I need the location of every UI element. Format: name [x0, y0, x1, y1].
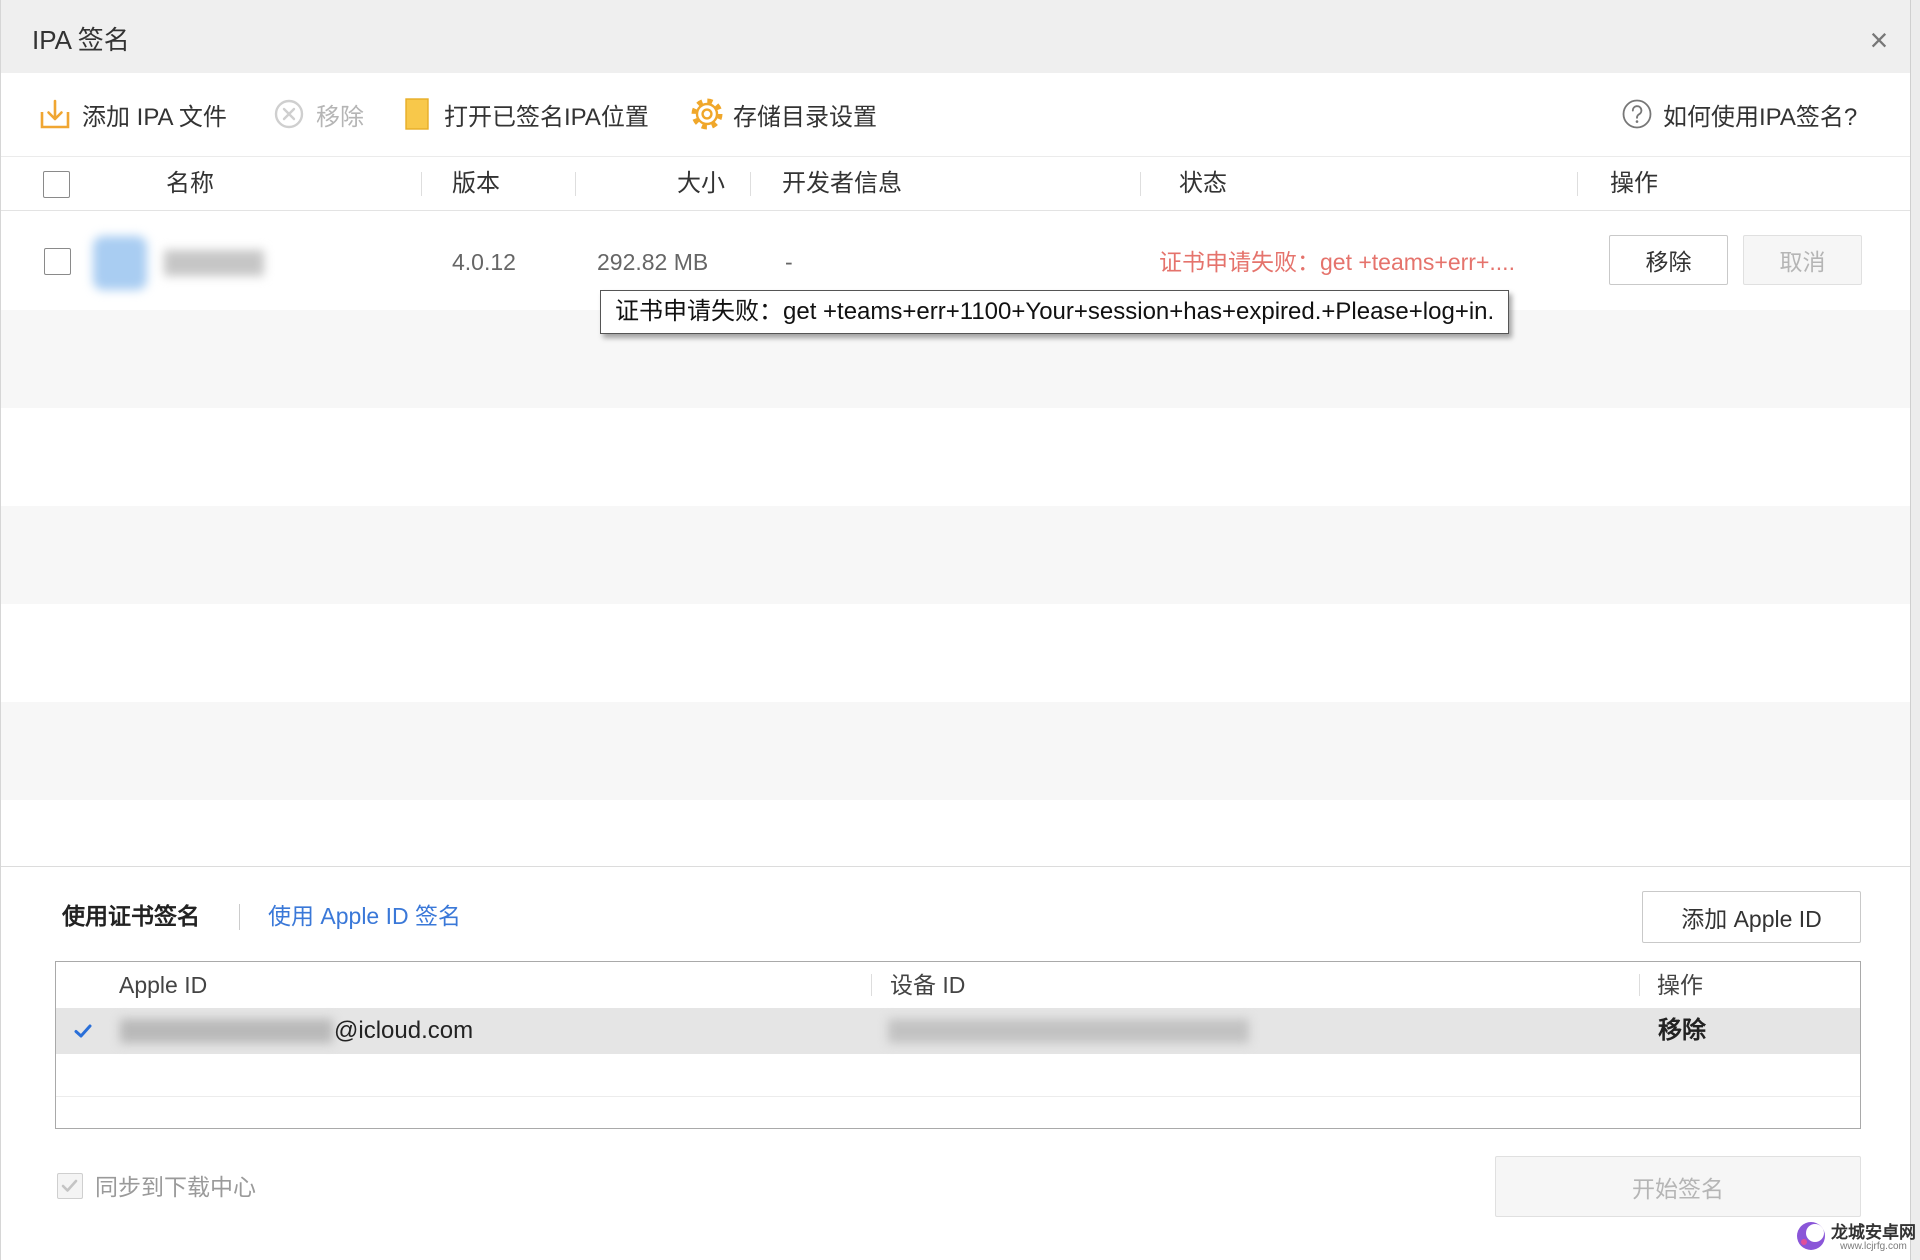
section-divider: [1, 866, 1910, 867]
row-divider: [56, 1096, 1860, 1097]
column-divider: [1140, 172, 1141, 196]
gear-icon: [690, 97, 724, 131]
column-header-name: 名称: [166, 170, 214, 197]
apple-id-remove-link[interactable]: 移除: [1658, 1016, 1706, 1046]
remove-label: 移除: [316, 103, 364, 131]
ipa-size: 292.82 MB: [597, 249, 709, 275]
app-icon: [93, 236, 147, 290]
question-circle-icon: [1620, 97, 1654, 131]
tab-divider: [239, 904, 240, 930]
open-signed-location-label: 打开已签名IPA位置: [444, 103, 649, 131]
sync-download-center-label: 同步到下载中心: [95, 1174, 256, 1200]
toolbar: 添加 IPA 文件 移除 打开已签名IPA位置 存储目录设置 如何使用IPA签名…: [1, 73, 1910, 157]
add-file-icon: [38, 97, 72, 131]
row-checkbox[interactable]: [44, 248, 71, 275]
column-divider: [421, 172, 422, 196]
row-cancel-button[interactable]: 取消: [1743, 235, 1862, 285]
column-header-status: 状态: [1179, 170, 1227, 197]
apple-id-email-redacted: [120, 1019, 333, 1043]
empty-row-stripe: [1, 702, 1910, 800]
add-ipa-file-label: 添加 IPA 文件: [82, 103, 227, 131]
storage-settings-label: 存储目录设置: [733, 103, 877, 131]
row-remove-button[interactable]: 移除: [1609, 235, 1728, 285]
add-apple-id-button[interactable]: 添加 Apple ID: [1642, 891, 1861, 943]
ipa-status-error: 证书申请失败：get +teams+err+....: [1159, 249, 1515, 275]
dialog-title: IPA 签名: [32, 25, 130, 55]
folder-icon: [400, 97, 434, 131]
app-name-redacted: [164, 250, 264, 276]
close-icon: ×: [1869, 22, 1889, 58]
remove-button[interactable]: 移除: [272, 97, 364, 131]
column-header-device-id: 设备 ID: [890, 972, 966, 998]
check-icon: [61, 1179, 78, 1192]
watermark-name: 龙城安卓网: [1831, 1223, 1916, 1243]
add-ipa-file-button[interactable]: 添加 IPA 文件: [38, 97, 227, 131]
help-label: 如何使用IPA签名?: [1663, 103, 1858, 131]
open-signed-location-button[interactable]: 打开已签名IPA位置: [400, 97, 649, 131]
close-button[interactable]: ×: [1863, 20, 1895, 60]
status-tooltip: 证书申请失败：get +teams+err+1100+Your+session+…: [600, 290, 1510, 334]
column-header-developer: 开发者信息: [782, 170, 902, 197]
tab-apple-id-sign[interactable]: 使用 Apple ID 签名: [268, 900, 461, 932]
apple-id-table: Apple ID 设备 ID 操作 @icloud.com 移除: [55, 961, 1861, 1129]
empty-row-stripe: [1, 506, 1910, 604]
column-divider: [1577, 172, 1578, 196]
ipa-table-header: 名称 版本 大小 开发者信息 状态 操作: [1, 157, 1910, 211]
device-id-redacted: [888, 1019, 1249, 1043]
background-window-edge: [1910, 0, 1920, 1260]
column-header-size: 大小: [677, 170, 725, 197]
watermark: 龙城安卓网 www.lcjrfg.com: [1795, 1220, 1916, 1257]
column-header-actions: 操作: [1657, 972, 1703, 998]
column-divider: [750, 172, 751, 196]
column-header-apple-id: Apple ID: [119, 972, 208, 998]
apple-id-row[interactable]: @icloud.com 移除: [56, 1008, 1860, 1054]
select-all-checkbox[interactable]: [43, 171, 70, 198]
watermark-text: 龙城安卓网 www.lcjrfg.com: [1831, 1224, 1916, 1252]
sync-download-center-checkbox[interactable]: [57, 1173, 83, 1199]
watermark-url: www.lcjrfg.com: [1840, 1241, 1907, 1253]
column-header-actions: 操作: [1610, 170, 1658, 197]
watermark-logo-icon: [1795, 1220, 1827, 1257]
column-divider: [1639, 974, 1640, 996]
help-link[interactable]: 如何使用IPA签名?: [1620, 97, 1857, 131]
ipa-sign-dialog: IPA 签名 × 添加 IPA 文件 移除 打开已签名IPA位置 存储目录设置 …: [0, 0, 1910, 1260]
column-header-version: 版本: [452, 170, 500, 197]
ipa-developer: -: [785, 249, 793, 275]
check-icon: [72, 1020, 94, 1042]
title-bar: IPA 签名 ×: [1, 0, 1910, 73]
ipa-version: 4.0.12: [452, 249, 516, 275]
column-divider: [871, 974, 872, 996]
apple-id-email-suffix: @icloud.com: [334, 1017, 474, 1044]
tab-certificate-sign[interactable]: 使用证书签名: [62, 900, 200, 932]
storage-settings-button[interactable]: 存储目录设置: [690, 97, 877, 131]
remove-circle-icon: [272, 97, 306, 131]
start-sign-button[interactable]: 开始签名: [1495, 1156, 1861, 1217]
